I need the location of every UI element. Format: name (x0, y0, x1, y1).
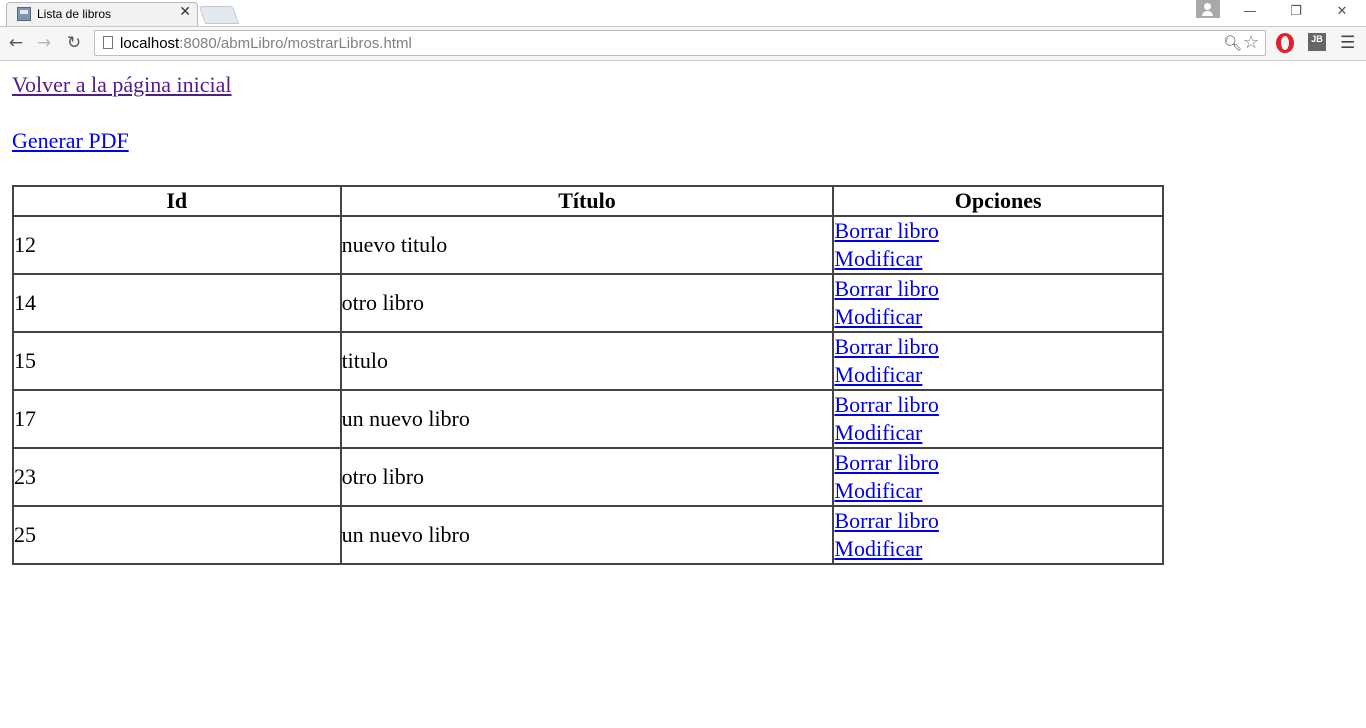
cell-options: Borrar libro Modificar (832, 505, 1164, 565)
delete-book-link[interactable]: Borrar libro (834, 449, 1162, 477)
cell-title: otro libro (339, 273, 835, 333)
restore-button[interactable]: ❐ (1276, 0, 1316, 24)
table-row: 17 un nuevo libro Borrar libro Modificar (12, 389, 1164, 449)
profile-icon[interactable] (1196, 0, 1220, 18)
menu-icon[interactable]: ☰ (1340, 34, 1355, 52)
minimize-button[interactable]: — (1230, 0, 1270, 24)
table-row: 14 otro libro Borrar libro Modificar (12, 273, 1164, 333)
modify-book-link[interactable]: Modificar (834, 477, 1162, 505)
browser-tab[interactable]: Lista de libros ✕ (6, 2, 198, 26)
opera-icon[interactable] (1276, 33, 1294, 53)
cell-id: 17 (12, 389, 342, 449)
tab-close-icon[interactable]: ✕ (179, 4, 191, 20)
header-options: Opciones (832, 185, 1164, 217)
cell-options: Borrar libro Modificar (832, 273, 1164, 333)
delete-book-link[interactable]: Borrar libro (834, 391, 1162, 419)
table-row: 23 otro libro Borrar libro Modificar (12, 447, 1164, 507)
table-row: 25 un nuevo libro Borrar libro Modificar (12, 505, 1164, 565)
tab-title: Lista de libros (37, 7, 112, 21)
cell-id: 12 (12, 215, 342, 275)
delete-book-link[interactable]: Borrar libro (834, 275, 1162, 303)
cell-id: 14 (12, 273, 342, 333)
table-row: 15 titulo Borrar libro Modificar (12, 331, 1164, 391)
cell-title: un nuevo libro (339, 389, 835, 449)
delete-book-link[interactable]: Borrar libro (834, 507, 1162, 535)
back-arrow-icon[interactable]: ← (6, 33, 26, 53)
url-text[interactable]: localhost:8080/abmLibro/mostrarLibros.ht… (120, 35, 412, 52)
header-title: Título (339, 185, 835, 217)
header-id: Id (12, 185, 342, 217)
zoom-icon[interactable]: 🔍︎ (1223, 34, 1242, 52)
address-bar[interactable]: localhost:8080/abmLibro/mostrarLibros.ht… (94, 30, 1266, 56)
books-table: Id Título Opciones 12 nuevo titulo Borra… (12, 185, 1164, 565)
cell-options: Borrar libro Modificar (832, 331, 1164, 391)
cell-id: 23 (12, 447, 342, 507)
cell-options: Borrar libro Modificar (832, 447, 1164, 507)
cell-options: Borrar libro Modificar (832, 215, 1164, 275)
url-path: :8080/abmLibro/mostrarLibros.html (179, 35, 412, 52)
browser-toolbar: ← → ↻ localhost:8080/abmLibro/mostrarLib… (0, 27, 1366, 61)
back-home-link[interactable]: Volver a la página inicial (12, 72, 232, 98)
cell-options: Borrar libro Modificar (832, 389, 1164, 449)
reload-icon[interactable]: ↻ (64, 33, 84, 53)
jb-icon[interactable]: JB (1308, 33, 1326, 51)
cell-title: otro libro (339, 447, 835, 507)
modify-book-link[interactable]: Modificar (834, 303, 1162, 331)
cell-title: un nuevo libro (339, 505, 835, 565)
cell-id: 15 (12, 331, 342, 391)
delete-book-link[interactable]: Borrar libro (834, 333, 1162, 361)
close-window-button[interactable]: ✕ (1322, 0, 1362, 24)
table-row: 12 nuevo titulo Borrar libro Modificar (12, 215, 1164, 275)
modify-book-link[interactable]: Modificar (834, 361, 1162, 389)
page-content: Volver a la página inicial Generar PDF I… (0, 61, 1366, 728)
table-header-row: Id Título Opciones (12, 185, 1164, 217)
modify-book-link[interactable]: Modificar (834, 535, 1162, 563)
new-tab-button[interactable] (198, 6, 240, 24)
modify-book-link[interactable]: Modificar (834, 419, 1162, 447)
forward-arrow-icon[interactable]: → (34, 33, 54, 53)
page-icon (103, 36, 113, 49)
title-bar: Lista de libros ✕ — ❐ ✕ (0, 0, 1366, 27)
modify-book-link[interactable]: Modificar (834, 245, 1162, 273)
generate-pdf-link[interactable]: Generar PDF (12, 128, 129, 154)
star-icon[interactable]: ☆ (1243, 32, 1259, 53)
cell-id: 25 (12, 505, 342, 565)
cell-title: titulo (339, 331, 835, 391)
cell-title: nuevo titulo (339, 215, 835, 275)
url-host: localhost (120, 35, 180, 52)
delete-book-link[interactable]: Borrar libro (834, 217, 1162, 245)
page-favicon-icon (17, 7, 31, 21)
